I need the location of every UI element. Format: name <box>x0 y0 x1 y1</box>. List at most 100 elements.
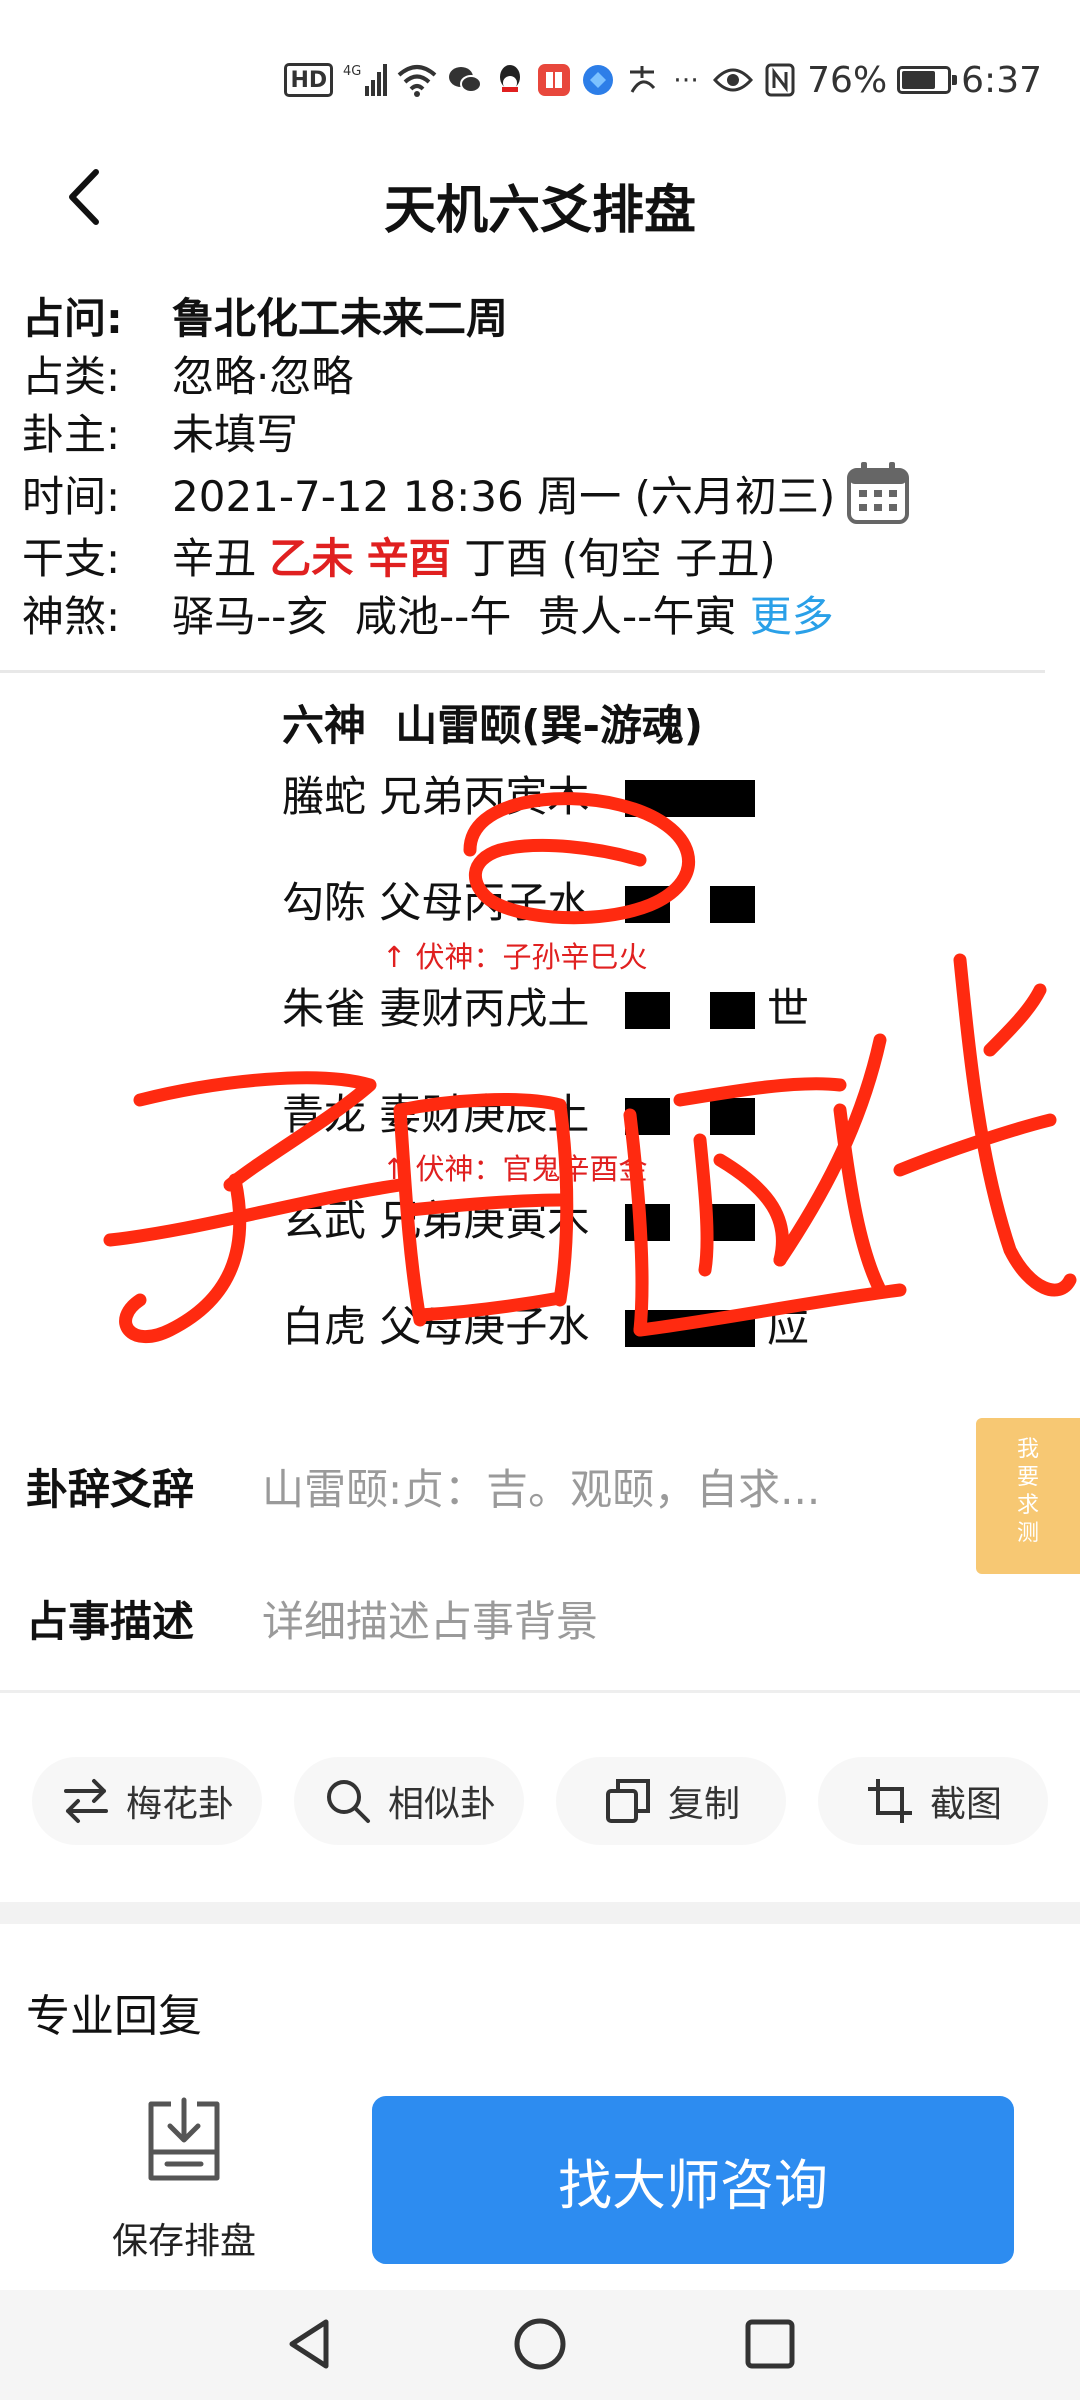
eye-icon <box>713 60 754 100</box>
xunkong: (旬空 子丑) <box>561 533 776 583</box>
consult-master-label: 找大师咨询 <box>558 2153 828 2217</box>
similar-label: 相似卦 <box>387 1784 496 1825</box>
header: 天机六爻排盘 <box>0 150 1080 250</box>
shi-ying-mark: 世 <box>767 984 810 1033</box>
hexagram-line: 玄武 兄弟庚寅木 <box>282 1186 982 1292</box>
owner-label: 卦主: <box>22 409 121 459</box>
browser-app-icon <box>581 60 615 100</box>
time-label: 时间: <box>22 471 121 521</box>
divider <box>0 670 1045 673</box>
nfc-icon <box>763 60 797 100</box>
line-text: 螣蛇 兄弟丙寅木 <box>282 772 590 821</box>
screenshot-button[interactable]: 截图 <box>818 1757 1048 1845</box>
line-text: 朱雀 妻财丙戌土 <box>282 984 590 1033</box>
category-row: 占类: 忽略·忽略 <box>22 344 1062 402</box>
meihua-label: 梅花卦 <box>125 1784 234 1825</box>
hexagram-line: 青龙 妻财庚辰土 ↑ 伏神：官鬼辛酉金 <box>282 1080 982 1186</box>
divider <box>0 1690 1080 1693</box>
qq-icon <box>493 60 527 100</box>
request-reading-tab[interactable]: 我 要 求 测 <box>976 1418 1080 1574</box>
battery-percent: 76% <box>807 59 888 101</box>
copy-label: 复制 <box>667 1784 740 1825</box>
copy-button[interactable]: 复制 <box>556 1757 786 1845</box>
category-label: 占类: <box>22 351 121 401</box>
alipay-icon <box>625 60 659 100</box>
line-text: 勾陈 父母丙子水 <box>282 878 590 927</box>
shensha-label: 神煞: <box>22 591 121 641</box>
search-icon <box>326 1780 370 1823</box>
wechat-icon <box>447 60 483 100</box>
tab-char: 求 <box>1016 1493 1039 1518</box>
professional-reply-title: 专业回复 <box>26 1991 202 2042</box>
line-text: 白虎 父母庚子水 <box>282 1302 590 1351</box>
ganzhi-year: 辛丑 <box>172 533 257 583</box>
screenshot-label: 截图 <box>929 1784 1002 1825</box>
hexagram-lines: 螣蛇 兄弟丙寅木 勾陈 父母丙子水 ↑ 伏神：子孙辛巳火 朱雀 妻财丙戌土 世 … <box>282 762 982 1398</box>
more-notifications-icon: ⋯ <box>673 65 700 95</box>
hexagram-panel: 六神 山雷颐(巽-游魂) 螣蛇 兄弟丙寅木 勾陈 父母丙子水 ↑ 伏神：子孙辛巳… <box>282 690 982 1398</box>
tab-char: 测 <box>1016 1521 1039 1546</box>
line-text: 玄武 兄弟庚寅木 <box>282 1196 590 1245</box>
ganzhi-row: 干支: 辛丑 乙未 辛酉 丁酉 (旬空 子丑) <box>22 526 1062 584</box>
more-link[interactable]: 更多 <box>750 583 834 644</box>
hd-icon: HD <box>284 63 334 97</box>
nav-home-icon[interactable] <box>508 2312 572 2376</box>
status-time: 6:37 <box>961 59 1042 101</box>
meihua-button[interactable]: 梅花卦 <box>32 1757 262 1845</box>
similar-button[interactable]: 相似卦 <box>294 1757 524 1845</box>
calendar-icon[interactable] <box>845 460 911 526</box>
guaci-value: 山雷颐:贞：吉。观颐，自求... <box>262 1464 821 1514</box>
shensha-value: 驿马--亥 咸池--午 贵人--午寅 <box>172 591 737 641</box>
save-chart-button[interactable]: 保存排盘 <box>104 2096 264 2264</box>
page-title: 天机六爻排盘 <box>383 181 696 241</box>
shi-ying-mark: 应 <box>767 1302 810 1351</box>
signal-icon: 4G <box>343 60 388 100</box>
yao-bar <box>625 1098 755 1135</box>
system-nav-bar <box>0 2290 1080 2400</box>
status-icons: HD 4G ⋯ 76% 6:37 <box>284 52 1042 108</box>
hexagram-line: 白虎 父母庚子水 应 <box>282 1292 982 1398</box>
ganzhi-label: 干支: <box>22 533 121 583</box>
time-row: 时间: 2021-7-12 18:36 周一 (六月初三) <box>22 460 1062 526</box>
describe-input[interactable]: 详细描述占事背景 <box>262 1588 598 1649</box>
guaci-row[interactable]: 卦辞爻辞 山雷颐:贞：吉。观颐，自求... <box>26 1446 1046 1526</box>
question-value: 鲁北化工未来二周 <box>172 293 509 343</box>
network-type: 4G <box>343 64 361 79</box>
shensha-row: 神煞: 驿马--亥 咸池--午 贵人--午寅 更多 <box>22 584 1062 642</box>
swap-icon <box>63 1779 108 1823</box>
action-bar: 梅花卦 相似卦 复制 截图 <box>32 1757 1048 1845</box>
describe-row[interactable]: 占事描述 详细描述占事背景 <box>26 1578 1046 1658</box>
consult-master-button[interactable]: 找大师咨询 <box>372 2096 1014 2264</box>
wifi-icon <box>397 60 437 100</box>
line-text: 青龙 妻财庚辰土 <box>282 1090 590 1139</box>
nav-recents-icon[interactable] <box>738 2312 802 2376</box>
hexagram-line: 勾陈 父母丙子水 ↑ 伏神：子孙辛巳火 <box>282 868 982 974</box>
divination-info: 占问: 鲁北化工未来二周 占类: 忽略·忽略 卦主: 未填写 时间: 2021-… <box>22 286 1062 642</box>
download-tray-icon <box>148 2097 220 2181</box>
status-bar: HD 4G ⋯ 76% 6:37 <box>0 0 1080 150</box>
yao-bar <box>625 886 755 923</box>
battery-icon <box>897 66 958 94</box>
fushen-label: ↑ 伏神：官鬼辛酉金 <box>382 1152 648 1186</box>
hexagram-line: 朱雀 妻财丙戌土 世 <box>282 974 982 1080</box>
tab-char: 我 <box>1016 1437 1039 1462</box>
ganzhi-hour: 丁酉 <box>464 533 549 583</box>
owner-row: 卦主: 未填写 <box>22 402 1062 460</box>
copy-icon <box>605 1779 650 1823</box>
nav-back-icon[interactable] <box>278 2312 342 2376</box>
save-chart-label: 保存排盘 <box>111 2221 256 2262</box>
yao-bar <box>625 1204 755 1241</box>
describe-label: 占事描述 <box>26 1596 195 1646</box>
hexagram-header: 六神 山雷颐(巽-游魂) <box>282 701 704 750</box>
owner-value: 未填写 <box>172 409 299 459</box>
question-label: 占问: <box>22 293 123 343</box>
section-divider <box>0 1902 1080 1924</box>
ganzhi-day: 辛酉 <box>366 533 451 583</box>
question-row: 占问: 鲁北化工未来二周 <box>22 286 1062 344</box>
ganzhi-month: 乙未 <box>269 533 354 583</box>
yao-bar <box>625 992 755 1029</box>
category-value: 忽略·忽略 <box>172 351 354 401</box>
yao-bar <box>625 780 755 817</box>
fushen-label: ↑ 伏神：子孙辛巳火 <box>382 940 648 974</box>
tab-char: 要 <box>1016 1465 1039 1490</box>
